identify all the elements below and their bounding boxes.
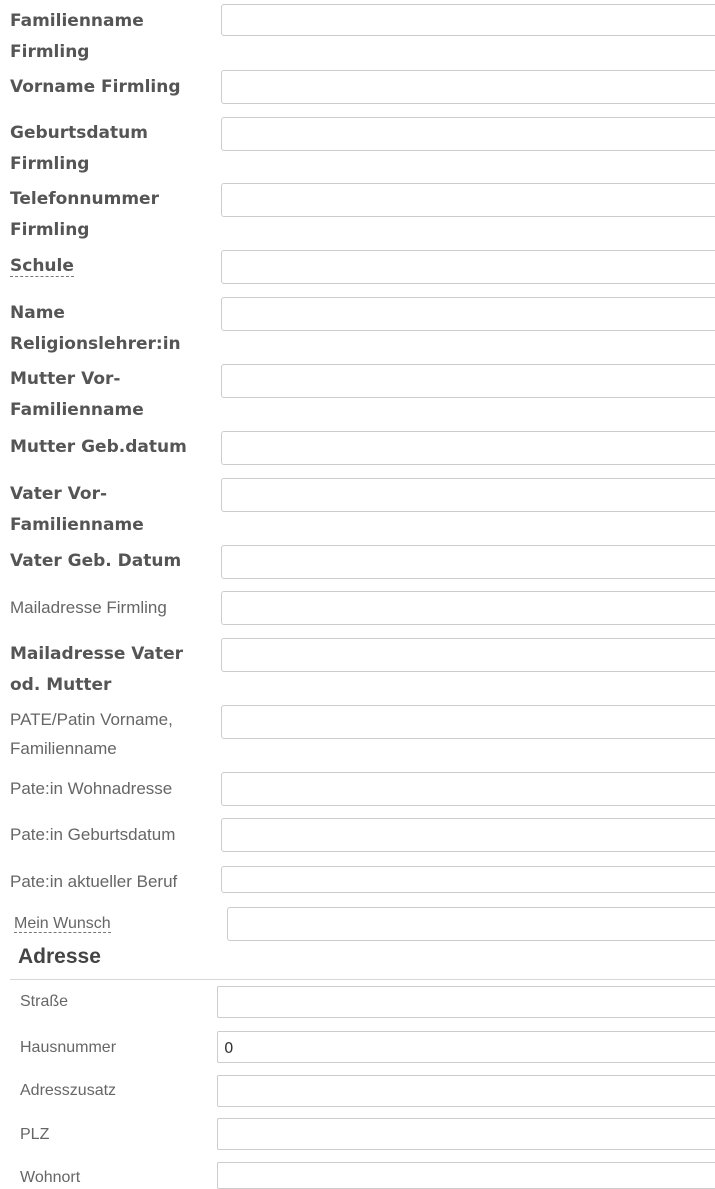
hausnummer-input[interactable]: 0 [217,1031,715,1063]
label-wohnort: Wohnort [20,1169,81,1186]
label-strasse: Straße [20,993,69,1010]
geburtsdatum-firmling-input[interactable] [221,117,715,151]
label-schule-text: Schule [10,256,74,277]
mutter-gebdatum-input[interactable] [221,431,715,465]
label-familienname-firmling: Familienname Firmling [10,11,144,62]
label-religionslehrer: Name Religionslehrer:in [10,303,181,354]
label-pate-name: PATE/Patin Vorname, Familienname [10,710,173,758]
mein-wunsch-input[interactable] [227,907,715,941]
pate-geburtsdatum-input[interactable] [221,818,715,852]
label-vorname-firmling: Vorname Firmling [10,77,181,97]
label-mail-firmling: Mailadresse Firmling [10,598,167,617]
pate-wohnadresse-input[interactable] [221,772,715,806]
religionslehrer-input[interactable] [221,297,715,331]
label-hausnummer: Hausnummer [20,1039,117,1056]
label-pate-wohnadresse: Pate:in Wohnadresse [10,779,173,798]
label-mutter-name: Mutter Vor-Familienname [10,369,144,420]
strasse-input[interactable] [217,986,715,1018]
mutter-name-input[interactable] [221,364,715,398]
vater-name-input[interactable] [221,478,715,512]
label-mein-wunsch-text: Mein Wunsch [14,915,111,933]
familienname-firmling-input[interactable] [221,4,715,36]
plz-input[interactable] [217,1118,715,1150]
adresszusatz-input[interactable] [217,1075,715,1107]
mail-eltern-input[interactable] [221,638,715,672]
label-mail-eltern: Mailadresse Vater od. Mutter [10,644,184,695]
label-mein-wunsch: Mein Wunsch [14,910,214,938]
schule-input[interactable] [221,250,715,284]
label-adresszusatz: Adresszusatz [20,1082,117,1099]
wohnort-input[interactable] [217,1162,715,1189]
label-plz: PLZ [20,1126,50,1143]
section-title-adresse: Adresse [18,945,101,968]
label-pate-geburtsdatum: Pate:in Geburtsdatum [10,825,176,844]
label-vater-gebdatum: Vater Geb. Datum [10,551,182,571]
pate-beruf-input[interactable] [221,866,715,893]
pate-name-input[interactable] [221,705,715,739]
label-telefonnummer-firmling: Telefonnummer Firmling [10,189,159,240]
label-vater-name: Vater Vor-Familienname [10,484,144,535]
vorname-firmling-input[interactable] [221,70,715,104]
label-pate-beruf: Pate:in aktueller Beruf [10,872,178,891]
label-schule: Schule [10,251,210,282]
label-mutter-gebdatum: Mutter Geb.datum [10,437,187,457]
label-geburtsdatum-firmling: Geburtsdatum Firmling [10,123,148,174]
telefonnummer-firmling-input[interactable] [221,183,715,217]
mail-firmling-input[interactable] [221,591,715,625]
section-divider [10,979,715,980]
vater-gebdatum-input[interactable] [221,545,715,579]
